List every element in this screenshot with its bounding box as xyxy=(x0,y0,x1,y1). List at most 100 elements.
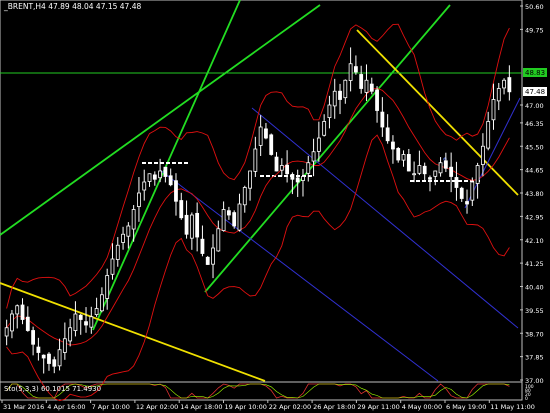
candle-body xyxy=(216,228,221,252)
candle-body xyxy=(375,89,379,111)
candle-body xyxy=(327,104,332,118)
bollinger-bands xyxy=(6,23,510,402)
candle-body xyxy=(264,128,268,139)
candle-body xyxy=(221,209,226,231)
candle-body xyxy=(242,187,247,206)
price-tick-label: 49.75 xyxy=(525,26,544,34)
candle-body xyxy=(47,353,51,364)
price-tick-label: 41.25 xyxy=(525,260,544,268)
candles xyxy=(4,47,512,374)
candle-body xyxy=(189,214,194,239)
candle-body xyxy=(385,127,390,142)
candle-body xyxy=(353,66,358,73)
candle-body xyxy=(237,203,242,231)
candle-body xyxy=(152,174,157,180)
candle-body xyxy=(438,162,443,174)
candle-body xyxy=(480,145,485,165)
candle-body xyxy=(332,90,337,107)
candle-body xyxy=(433,170,438,177)
candle-body xyxy=(211,247,215,265)
time-tick-label: 7 Apr 10:00 xyxy=(92,403,130,411)
candle-body xyxy=(168,175,173,186)
main-chart-frame xyxy=(0,0,523,383)
candle-body xyxy=(422,165,427,175)
candle-body xyxy=(68,327,73,342)
candle-body xyxy=(36,346,41,353)
candle-body xyxy=(126,225,131,237)
candle-body xyxy=(285,164,290,175)
candle-body xyxy=(253,148,258,172)
time-tick-label: 29 Apr 11:00 xyxy=(357,403,399,411)
candle-body xyxy=(496,88,501,102)
candle-body xyxy=(115,244,120,260)
candle-body xyxy=(20,304,25,320)
bb-middle xyxy=(6,87,510,346)
price-tick-label: 46.35 xyxy=(525,120,544,128)
time-axis: 31 Mar 2016 4 Apr 16:00 7 Apr 10:00 12 Apr … xyxy=(1,400,535,411)
candle-body xyxy=(195,212,200,238)
candle-body xyxy=(57,349,62,367)
candle-body xyxy=(94,308,99,316)
candle-body xyxy=(401,154,406,161)
candle-body xyxy=(322,121,327,136)
candle-body xyxy=(179,200,184,219)
time-tick-label: 26 Apr 18:00 xyxy=(313,403,355,411)
green-trendline-upper[interactable] xyxy=(204,4,451,293)
time-tick-label: 11 May 11:00 xyxy=(490,403,535,411)
candle-body xyxy=(428,177,432,180)
price-tick-label: 45.50 xyxy=(525,143,544,151)
candle-body xyxy=(343,79,348,99)
candle-body xyxy=(205,256,210,265)
candle-body xyxy=(507,77,512,93)
candle-body xyxy=(274,156,279,172)
price-tick-label: 37.00 xyxy=(525,377,544,385)
candle-body xyxy=(174,180,178,202)
candle-body xyxy=(248,170,252,189)
candle-body xyxy=(258,126,263,146)
green-trendline-steep[interactable] xyxy=(92,0,241,331)
time-tick-label: 6 May 19:00 xyxy=(446,403,486,411)
candle-body xyxy=(4,327,9,337)
candle-body xyxy=(15,305,20,315)
candle-body xyxy=(443,160,448,169)
candle-body xyxy=(396,148,401,161)
candle-body xyxy=(226,210,231,216)
candle-body xyxy=(491,99,496,121)
candle-body xyxy=(391,141,395,150)
candle-body xyxy=(31,330,36,345)
time-tick-label: 31 Mar 2016 xyxy=(3,403,44,411)
candle-body xyxy=(163,166,168,177)
candle-body xyxy=(41,354,46,359)
candle-body xyxy=(306,162,311,174)
price-tick-label: 43.80 xyxy=(525,190,544,198)
candle-body xyxy=(412,173,417,176)
candle-body xyxy=(459,187,464,199)
candle-body xyxy=(454,177,459,188)
oscillator-label: Sto(5,3,3) 60.1015 71.4930 xyxy=(4,385,101,393)
green-trendline-long[interactable] xyxy=(0,4,321,236)
level-price-label: 48.83 xyxy=(525,69,545,77)
time-tick-label: 19 Apr 10:00 xyxy=(225,403,267,411)
price-tick-label: 40.40 xyxy=(525,284,544,292)
candle-body xyxy=(232,212,237,227)
candle-body xyxy=(78,314,83,320)
candle-body xyxy=(105,275,110,299)
candle-body xyxy=(502,79,506,89)
candle-body xyxy=(200,238,205,254)
candle-body xyxy=(338,90,342,100)
candle-body xyxy=(311,151,316,162)
candle-body xyxy=(290,173,295,180)
candle-body xyxy=(486,121,491,149)
blue-channel-line-1[interactable] xyxy=(159,169,439,382)
price-chart[interactable]: ⇑ _BRENT,H4 47.89 48.04 47.15 47.48 50.6… xyxy=(0,0,550,413)
candle-body xyxy=(131,209,136,230)
candle-body xyxy=(348,63,353,81)
price-tick-label: 39.55 xyxy=(525,307,544,315)
candle-body xyxy=(475,165,480,184)
price-tick-label: 42.95 xyxy=(525,213,544,221)
yellow-trendline-bottom[interactable] xyxy=(0,282,266,382)
candle-body xyxy=(465,201,469,205)
candle-body xyxy=(417,165,422,174)
price-tick-label: 37.85 xyxy=(525,354,544,362)
candle-body xyxy=(470,181,475,201)
